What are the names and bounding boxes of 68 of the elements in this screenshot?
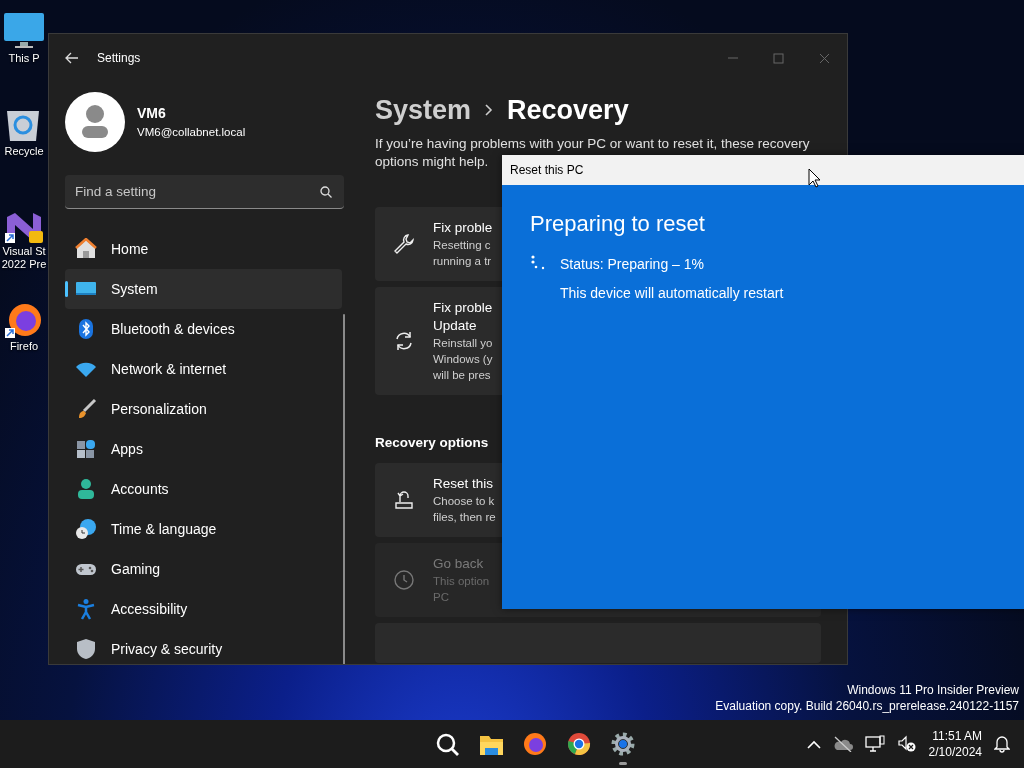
section-heading: Recovery options <box>375 434 490 452</box>
nav-item[interactable]: Home <box>65 229 342 269</box>
card-title: Fix proble Update <box>433 299 493 335</box>
card-title: Fix proble <box>433 219 493 237</box>
nav-item[interactable]: Network & internet <box>65 349 342 389</box>
back-arrow-icon[interactable] <box>65 52 79 64</box>
card-description: Reinstall yo Windows (y will be pres <box>433 336 493 383</box>
nav-item[interactable]: Bluetooth & devices <box>65 309 342 349</box>
reset-pc-icon <box>393 489 415 512</box>
running-indicator <box>619 762 627 765</box>
breadcrumb-link[interactable]: System <box>375 89 472 131</box>
browser-icon <box>567 732 591 756</box>
status-note: This device will automatically restart <box>560 284 784 303</box>
nav-item[interactable]: Gaming <box>65 549 342 589</box>
nav-item[interactable]: Personalization <box>65 389 342 429</box>
icon-label: This P <box>8 52 40 65</box>
volume-muted-icon[interactable] <box>896 735 917 753</box>
network-icon[interactable] <box>864 735 885 753</box>
nav-item[interactable]: Privacy & security <box>65 629 342 664</box>
close-icon <box>818 52 830 64</box>
shield-icon <box>75 638 97 660</box>
gear-icon <box>611 732 635 756</box>
scrollbar[interactable] <box>343 314 345 664</box>
chevron-up-icon[interactable] <box>806 739 821 749</box>
search-icon <box>435 732 459 756</box>
icon-label: Recycle <box>4 145 44 158</box>
page-description: options might help. <box>375 153 489 171</box>
window-title: Settings <box>97 50 141 67</box>
house-icon <box>75 238 97 260</box>
card-description: This option PC <box>433 574 490 606</box>
nav-item[interactable]: Accounts <box>65 469 342 509</box>
wrench-icon <box>393 233 415 255</box>
bell-icon[interactable] <box>994 735 1010 753</box>
browser-icon <box>523 732 547 756</box>
nav-item[interactable]: Time & language <box>65 509 342 549</box>
clock-date[interactable]: 2/10/2024 <box>928 744 982 760</box>
icon-label: Firefo <box>9 340 39 353</box>
user-name: VM6 <box>137 103 167 123</box>
cursor-icon <box>808 168 821 188</box>
card-title: Go back <box>433 555 485 574</box>
watermark-text: Evaluation copy. Build 26040.rs_prerelease.240122-1157 <box>715 698 1019 714</box>
nav-item[interactable]: System <box>65 269 342 309</box>
person-icon <box>75 478 97 500</box>
cloud-off-icon[interactable] <box>832 736 853 752</box>
dialog-heading: Preparing to reset <box>530 210 706 238</box>
search-icon <box>320 186 332 198</box>
nav-item[interactable]: Apps <box>65 429 342 469</box>
history-icon <box>393 569 415 592</box>
avatar-icon <box>65 92 125 152</box>
page-title: Recovery <box>507 93 629 127</box>
clock-time[interactable]: 11:51 AM <box>932 728 982 744</box>
refresh-icon <box>393 330 415 352</box>
accessibility-icon <box>75 598 97 620</box>
user-email: VM6@collabnet.local <box>137 124 246 140</box>
card-title: Reset this <box>433 475 495 494</box>
search-field[interactable]: Find a setting <box>65 175 344 209</box>
card-description: Choose to k files, then re <box>433 494 496 526</box>
nav-item[interactable]: Accessibility <box>65 589 342 629</box>
maximize-icon <box>772 52 784 64</box>
status-text: Status: Preparing – 1% <box>560 255 705 274</box>
dialog-title: Reset this PC <box>510 162 584 179</box>
card-description: Resetting c running a tr <box>433 238 493 269</box>
watermark-text: Windows 11 Pro Insider Preview <box>846 682 1019 698</box>
chevron-right-icon <box>485 104 494 116</box>
apps-icon <box>75 438 97 460</box>
page-description: If you’re having problems with your PC or want to reset it, these recovery <box>375 135 810 153</box>
icon-label: Visual St 2022 Pre <box>1 245 47 271</box>
globe-clock-icon <box>75 518 97 540</box>
